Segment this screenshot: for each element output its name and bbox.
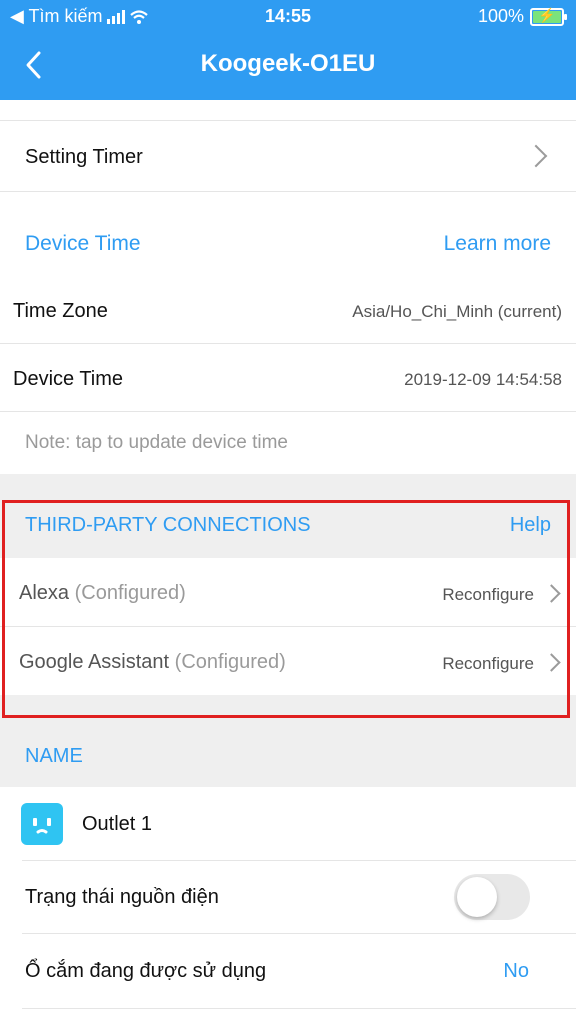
note-text: Note: tap to update device time bbox=[25, 432, 288, 453]
note-row: Note: tap to update device time bbox=[0, 412, 576, 474]
power-state-row: Trạng thái nguồn điện bbox=[0, 861, 576, 933]
time-zone-value: Asia/Ho_Chi_Minh (current) bbox=[352, 302, 562, 321]
status-right: 100% ⚡ bbox=[477, 6, 567, 27]
device-time-value: 2019-12-09 14:54:58 bbox=[404, 370, 562, 389]
setting-timer-row[interactable]: Setting Timer bbox=[0, 121, 576, 191]
outlet-row[interactable]: Outlet 1 bbox=[0, 787, 576, 861]
time-zone-label: Time Zone bbox=[13, 300, 108, 322]
in-use-value: No bbox=[503, 960, 529, 982]
in-use-label: Ổ cắm đang được sử dụng bbox=[25, 960, 267, 982]
device-time-row[interactable]: Device Time 2019-12-09 14:54:58 bbox=[0, 344, 576, 412]
time-zone-row[interactable]: Time Zone Asia/Ho_Chi_Minh (current) bbox=[0, 276, 576, 344]
device-time-label: Device Time bbox=[13, 368, 124, 390]
power-state-label: Trạng thái nguồn điện bbox=[25, 886, 219, 908]
learn-more-link[interactable]: Learn more bbox=[444, 232, 551, 256]
page-title: Koogeek-O1EU bbox=[200, 50, 376, 77]
app-header: ◀ Tìm kiếm 14:55 100% ⚡ Koogeek-O1EU bbox=[0, 0, 576, 100]
section-title-name: NAME bbox=[25, 745, 83, 767]
in-use-row: Ổ cắm đang được sử dụng No bbox=[0, 934, 576, 1008]
section-title-device-time: Device Time bbox=[25, 232, 141, 255]
status-bar: ◀ Tìm kiếm 14:55 100% ⚡ bbox=[0, 4, 576, 30]
chevron-right-icon bbox=[524, 144, 548, 168]
battery-percent: 100% bbox=[477, 6, 524, 26]
power-state-toggle[interactable] bbox=[454, 874, 530, 920]
nav-bar: Koogeek-O1EU bbox=[0, 42, 576, 90]
setting-timer-label: Setting Timer bbox=[25, 146, 143, 168]
divider bbox=[22, 1008, 576, 1009]
battery-icon: ⚡ bbox=[530, 7, 567, 26]
outlet-icon bbox=[21, 803, 63, 845]
highlight-box bbox=[2, 500, 570, 718]
outlet-name: Outlet 1 bbox=[82, 813, 153, 835]
device-time-section-header: Device Time Learn more bbox=[0, 192, 576, 276]
